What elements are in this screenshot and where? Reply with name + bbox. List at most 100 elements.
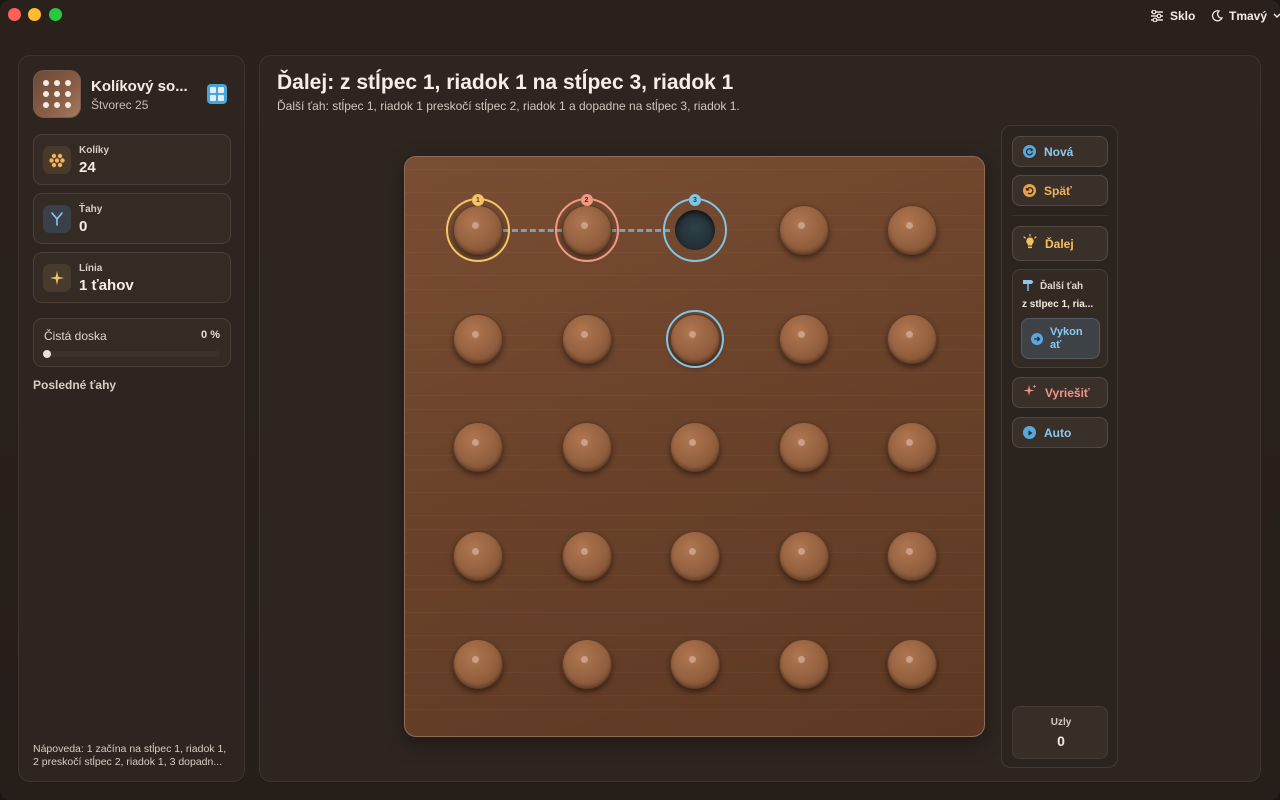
peg[interactable] xyxy=(670,639,720,689)
signpost-icon xyxy=(1022,279,1034,294)
auto-play-label: Auto xyxy=(1044,425,1072,440)
board-cell-c2-r4[interactable] xyxy=(561,530,612,581)
peg[interactable] xyxy=(887,205,937,255)
wood-grain xyxy=(405,372,984,373)
close-window-button[interactable] xyxy=(8,8,21,21)
glass-style-label: Sklo xyxy=(1170,9,1196,23)
peg[interactable] xyxy=(561,639,612,689)
board-cell-c1-r4[interactable] xyxy=(453,530,503,581)
theme-dropdown[interactable]: Tmavý xyxy=(1211,7,1280,25)
auto-play-button[interactable]: Auto xyxy=(1012,417,1108,448)
title-bar: Sklo Tmavý xyxy=(0,0,1280,30)
new-game-label: Nová xyxy=(1044,144,1074,159)
board-cell-c4-r4[interactable] xyxy=(778,530,829,581)
board-cell-c2-r1[interactable]: 2 xyxy=(554,194,619,262)
board-cell-c4-r5[interactable] xyxy=(778,639,829,689)
zoom-window-button[interactable] xyxy=(49,8,62,21)
board-cell-c1-r2[interactable] xyxy=(453,313,503,364)
refresh-icon xyxy=(1023,145,1036,158)
wood-grain xyxy=(405,515,984,516)
nodes-counter: Uzly 0 xyxy=(1012,706,1108,759)
page-title: Ďalej: z stĺpec 1, riadok 1 na stĺpec 3,… xyxy=(277,71,734,94)
glass-style-toggle[interactable]: Sklo xyxy=(1150,7,1195,25)
board-cell-c3-r5[interactable] xyxy=(670,639,720,689)
app-logo-icon xyxy=(33,70,81,118)
peg[interactable] xyxy=(670,530,720,581)
lightbulb-icon xyxy=(1023,233,1037,253)
board-cell-c3-r1[interactable]: 3 xyxy=(663,194,727,262)
next-move-header: Ďalší ťah xyxy=(1022,279,1083,294)
wood-grain xyxy=(405,289,984,290)
next-move-button[interactable]: Ďalej xyxy=(1012,226,1108,261)
board-cell-c4-r1[interactable] xyxy=(778,205,829,255)
peg[interactable] xyxy=(887,639,937,689)
board-cell-c2-r2[interactable] xyxy=(561,313,612,364)
solve-label: Vyriešiť xyxy=(1045,385,1090,400)
pegs-icon xyxy=(43,146,71,174)
wood-grain xyxy=(405,169,984,170)
undo-button[interactable]: Späť xyxy=(1012,175,1108,206)
peg[interactable] xyxy=(778,639,829,689)
board-cell-c5-r5[interactable] xyxy=(887,639,937,689)
peg[interactable] xyxy=(778,313,829,364)
app-window: Sklo Tmavý Kolíkový so... Štvorec 25 Kol… xyxy=(0,0,1280,800)
board-cell-c4-r2[interactable] xyxy=(778,313,829,364)
peg[interactable] xyxy=(453,313,503,364)
progress-bar xyxy=(43,350,220,358)
peg[interactable] xyxy=(887,422,937,472)
peg[interactable] xyxy=(453,530,503,581)
peg[interactable] xyxy=(453,639,503,689)
chevron-down-icon xyxy=(1273,13,1280,19)
recent-moves-title: Posledné ťahy xyxy=(33,378,117,392)
board-cell-c3-r3[interactable] xyxy=(670,422,720,472)
stat-pegs-label: Kolíky xyxy=(79,145,110,156)
peg[interactable] xyxy=(778,530,829,581)
minimize-window-button[interactable] xyxy=(28,8,41,21)
peg[interactable] xyxy=(453,422,503,472)
execute-move-button[interactable]: Vykon ať xyxy=(1021,318,1100,359)
sidebar: Kolíkový so... Štvorec 25 Kolíky 24 Ťahy… xyxy=(18,55,245,782)
wood-grain xyxy=(405,589,984,590)
peg[interactable] xyxy=(778,422,829,472)
stat-line: Línia 1 ťahov xyxy=(33,252,231,303)
wood-grain xyxy=(405,275,984,276)
game-board[interactable]: 1 2 3 xyxy=(404,156,985,737)
controls-panel: Nová Späť Ďalej Ďalší ťah z stĺpec 1, ri… xyxy=(1001,125,1118,768)
progress-percent: 0 % xyxy=(201,329,220,341)
board-cell-c3-r2[interactable] xyxy=(666,309,724,368)
peg[interactable] xyxy=(887,313,937,364)
sliders-icon xyxy=(1150,10,1164,22)
wood-grain xyxy=(405,709,984,710)
step-badge: 2 xyxy=(580,194,593,206)
peg[interactable] xyxy=(561,422,612,472)
peg[interactable] xyxy=(561,530,612,581)
board-cell-c5-r3[interactable] xyxy=(887,422,937,472)
peg[interactable] xyxy=(887,530,937,581)
board-cell-c2-r3[interactable] xyxy=(561,422,612,472)
board-cell-c5-r1[interactable] xyxy=(887,205,937,255)
undo-icon xyxy=(1023,184,1036,197)
next-move-card: Ďalší ťah z stĺpec 1, ria... Vykon ať xyxy=(1012,269,1108,368)
board-cell-c4-r3[interactable] xyxy=(778,422,829,472)
next-move-text: z stĺpec 1, ria... xyxy=(1022,299,1094,310)
board-cell-c2-r5[interactable] xyxy=(561,639,612,689)
board-cell-c5-r2[interactable] xyxy=(887,313,937,364)
theme-label: Tmavý xyxy=(1229,9,1268,23)
wood-grain xyxy=(405,695,984,696)
arrow-right-circle-icon xyxy=(1031,332,1043,345)
board-cell-c5-r4[interactable] xyxy=(887,530,937,581)
new-game-button[interactable]: Nová xyxy=(1012,136,1108,167)
peg[interactable] xyxy=(778,205,829,255)
solve-button[interactable]: Vyriešiť xyxy=(1012,377,1108,408)
peg[interactable] xyxy=(670,422,720,472)
hint-text: Nápoveda: 1 začína na stĺpec 1, riadok 1… xyxy=(33,743,227,768)
app-header: Kolíkový so... Štvorec 25 xyxy=(33,70,233,120)
board-cell-c1-r3[interactable] xyxy=(453,422,503,472)
board-cell-c1-r1[interactable]: 1 xyxy=(446,194,510,262)
wood-grain xyxy=(405,409,984,410)
board-cell-c1-r5[interactable] xyxy=(453,639,503,689)
peg[interactable] xyxy=(561,313,612,364)
board-layout-grid-icon[interactable] xyxy=(207,84,227,104)
main-panel: Ďalej: z stĺpec 1, riadok 1 na stĺpec 3,… xyxy=(259,55,1261,782)
board-cell-c3-r4[interactable] xyxy=(670,530,720,581)
